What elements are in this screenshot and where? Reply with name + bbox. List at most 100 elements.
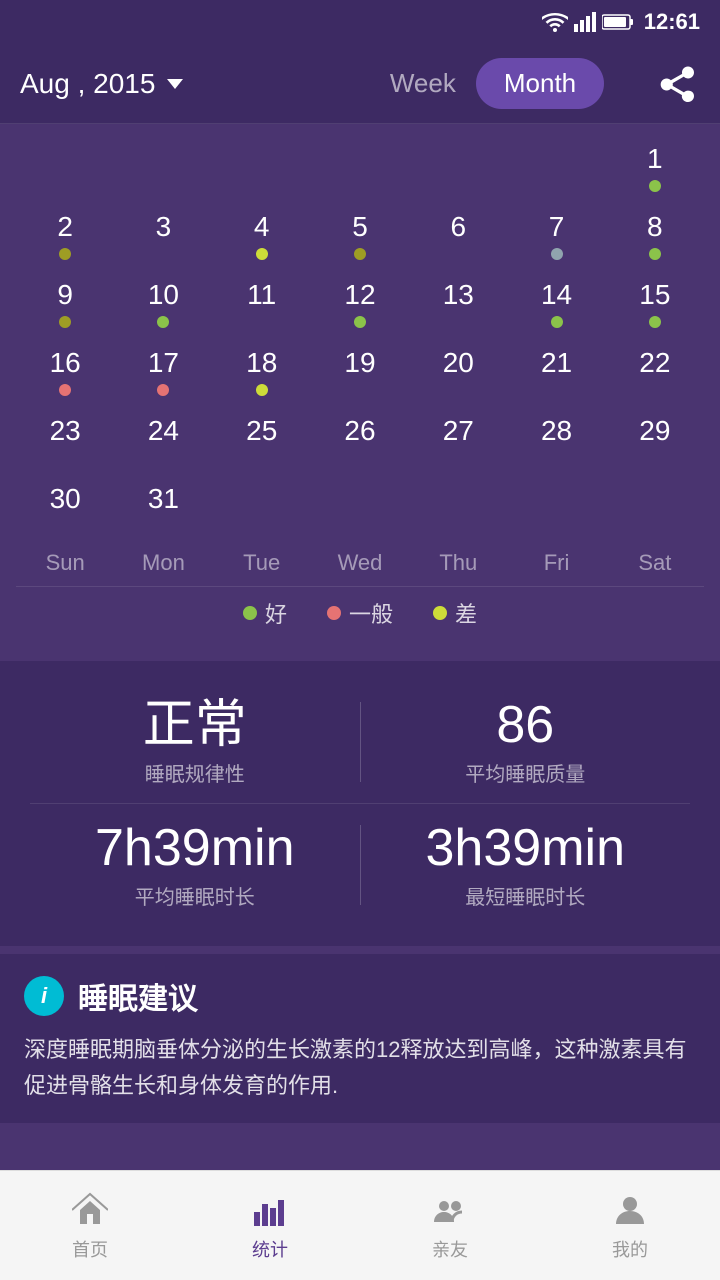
cal-day-number: 22: [639, 346, 670, 380]
cal-day-dot: [59, 316, 71, 328]
calendar-day[interactable]: 26: [311, 406, 409, 474]
calendar-day[interactable]: 7: [507, 202, 605, 270]
stats-icon: [250, 1190, 290, 1230]
current-date: Aug , 2015: [20, 68, 155, 100]
calendar-day[interactable]: 6: [409, 202, 507, 270]
day-label: Mon: [114, 546, 212, 586]
nav-label-profile: 我的: [612, 1236, 648, 1262]
nav-item-home[interactable]: 首页: [0, 1190, 180, 1262]
calendar-day[interactable]: 30: [16, 474, 114, 542]
calendar-day[interactable]: 17: [114, 338, 212, 406]
cal-day-number: 7: [549, 210, 565, 244]
cal-day-number: 27: [443, 414, 474, 448]
calendar-day[interactable]: 25: [213, 406, 311, 474]
cal-day-dot: [256, 384, 268, 396]
day-label: Fri: [507, 546, 605, 586]
cal-day-dot: [354, 248, 366, 260]
day-label: Thu: [409, 546, 507, 586]
day-labels: SunMonTueWedThuFriSat: [16, 546, 704, 586]
stat-avg-duration-label: 平均睡眠时长: [30, 881, 360, 910]
advice-info-icon: i: [24, 976, 64, 1016]
legend-dot-good: [243, 606, 257, 620]
advice-header: i 睡眠建议: [24, 974, 696, 1018]
calendar-day[interactable]: 23: [16, 406, 114, 474]
status-time: 12:61: [644, 9, 700, 35]
calendar-day[interactable]: 15: [606, 270, 704, 338]
calendar-day[interactable]: 29: [606, 406, 704, 474]
calendar-day[interactable]: 2: [16, 202, 114, 270]
stat-avg-quality-label: 平均睡眠质量: [361, 758, 691, 787]
legend-label-poor: 差: [455, 597, 477, 629]
cal-day-number: 10: [148, 278, 179, 312]
calendar-day[interactable]: 4: [213, 202, 311, 270]
stat-min-duration-label: 最短睡眠时长: [361, 881, 691, 910]
calendar-grid: 1234567891011121314151617181920212223242…: [16, 134, 704, 542]
calendar-day[interactable]: 21: [507, 338, 605, 406]
calendar-day[interactable]: 9: [16, 270, 114, 338]
calendar-day[interactable]: 12: [311, 270, 409, 338]
stat-regularity: 正常 睡眠规律性: [30, 697, 360, 787]
cal-day-number: 11: [247, 278, 276, 312]
calendar-day[interactable]: 20: [409, 338, 507, 406]
cal-day-number: 26: [344, 414, 375, 448]
cal-day-number: 16: [50, 346, 81, 380]
cal-day-number: 18: [246, 346, 277, 380]
stat-avg-quality: 86 平均睡眠质量: [361, 697, 691, 787]
tab-week[interactable]: Week: [390, 68, 456, 99]
calendar-day: [114, 134, 212, 202]
calendar-day[interactable]: 8: [606, 202, 704, 270]
calendar-day[interactable]: 16: [16, 338, 114, 406]
calendar-day[interactable]: 14: [507, 270, 605, 338]
tab-month[interactable]: Month: [476, 58, 604, 109]
calendar-day[interactable]: 27: [409, 406, 507, 474]
calendar-day[interactable]: 28: [507, 406, 605, 474]
cal-day-number: 29: [639, 414, 670, 448]
nav-item-friends[interactable]: 亲友: [360, 1190, 540, 1262]
calendar-day: [409, 134, 507, 202]
calendar-day: [507, 134, 605, 202]
nav-label-home: 首页: [72, 1236, 108, 1262]
legend-average: 一般: [327, 597, 393, 629]
calendar-day[interactable]: 31: [114, 474, 212, 542]
calendar-day[interactable]: 11: [213, 270, 311, 338]
calendar-day[interactable]: 24: [114, 406, 212, 474]
bottom-nav: 首页 统计 亲友: [0, 1170, 720, 1280]
friends-icon: [430, 1190, 470, 1230]
cal-day-number: 8: [647, 210, 663, 244]
calendar-day[interactable]: 22: [606, 338, 704, 406]
nav-item-stats[interactable]: 统计: [180, 1190, 360, 1262]
calendar-day[interactable]: 18: [213, 338, 311, 406]
cal-day-dot: [649, 316, 661, 328]
cal-day-dot: [59, 384, 71, 396]
home-icon: [70, 1190, 110, 1230]
date-selector[interactable]: Aug , 2015: [20, 68, 338, 100]
stat-avg-quality-value: 86: [361, 697, 691, 754]
view-tabs: Week Month: [338, 58, 656, 109]
day-label: Sun: [16, 546, 114, 586]
cal-day-number: 2: [57, 210, 73, 244]
cal-day-number: 6: [450, 210, 466, 244]
calendar-section: 1234567891011121314151617181920212223242…: [0, 124, 720, 653]
profile-icon: [610, 1190, 650, 1230]
cal-day-number: 12: [344, 278, 375, 312]
stats-row-top: 正常 睡眠规律性 86 平均睡眠质量: [30, 681, 690, 804]
calendar-day[interactable]: 3: [114, 202, 212, 270]
nav-item-profile[interactable]: 我的: [540, 1190, 720, 1262]
legend-good: 好: [243, 597, 287, 629]
calendar-day[interactable]: 10: [114, 270, 212, 338]
cal-day-number: 14: [541, 278, 572, 312]
date-dropdown-arrow[interactable]: [167, 79, 183, 89]
cal-day-number: 20: [443, 346, 474, 380]
calendar-day[interactable]: 19: [311, 338, 409, 406]
calendar-legend: 好 一般 差: [16, 586, 704, 643]
share-button[interactable]: [656, 62, 700, 106]
stats-row-bottom: 7h39min 平均睡眠时长 3h39min 最短睡眠时长: [30, 804, 690, 926]
calendar-day[interactable]: 1: [606, 134, 704, 202]
legend-dot-average: [327, 606, 341, 620]
stat-regularity-label: 睡眠规律性: [30, 758, 360, 787]
stat-min-duration: 3h39min 最短睡眠时长: [361, 820, 691, 910]
calendar-day[interactable]: 13: [409, 270, 507, 338]
nav-label-stats: 统计: [252, 1236, 288, 1262]
calendar-day[interactable]: 5: [311, 202, 409, 270]
cal-day-dot: [59, 248, 71, 260]
